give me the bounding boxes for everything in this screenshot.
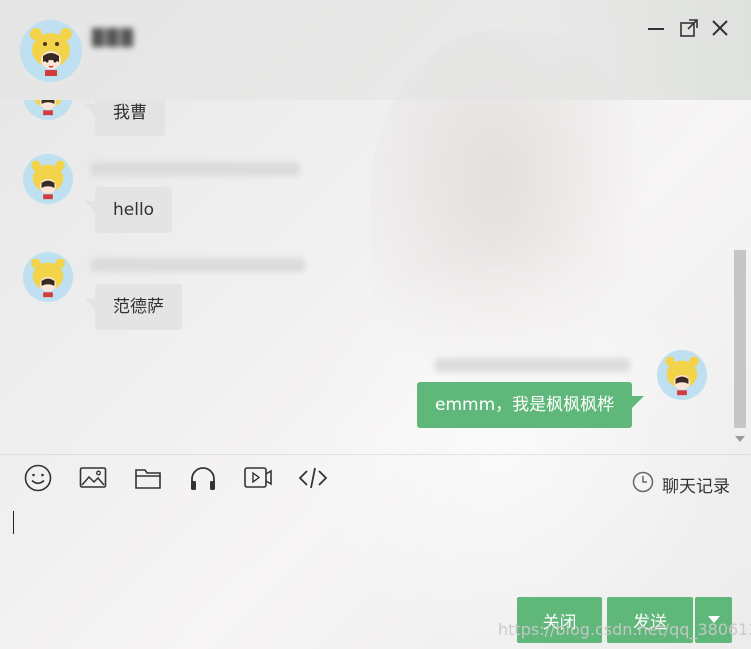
chat-history-label: 聊天记录 xyxy=(662,476,730,497)
message-scrollbar[interactable] xyxy=(732,100,751,452)
message-bubble[interactable]: hello xyxy=(84,187,173,233)
headphones-icon[interactable] xyxy=(188,463,218,493)
scroll-down-icon[interactable] xyxy=(735,436,745,442)
message-list[interactable]: 我曹 hello 范德萨 emmm，我是枫枫枫桦 xyxy=(0,100,730,452)
scroll-thumb[interactable] xyxy=(734,250,746,428)
sender-info-blurred xyxy=(90,258,305,272)
watermark: https://blog.csdn.net/qq_38061322 xyxy=(498,620,751,639)
chat-history-button[interactable]: 聊天记录 xyxy=(632,471,730,497)
input-toolbar: 聊天记录 xyxy=(0,454,751,505)
video-icon[interactable] xyxy=(243,463,273,493)
chat-window: ███ 我曹 hello 范德萨 emmm，我是枫枫枫桦 聊天记录 关闭 发送 … xyxy=(0,0,751,649)
minimize-icon[interactable] xyxy=(644,16,668,40)
message-bubble[interactable]: 范德萨 xyxy=(85,284,182,330)
emoji-icon[interactable] xyxy=(23,463,53,493)
sender-info-blurred xyxy=(90,162,300,176)
sender-info-blurred xyxy=(435,358,630,372)
close-icon[interactable] xyxy=(708,16,732,40)
image-icon[interactable] xyxy=(78,463,108,493)
message-bubble-self[interactable]: emmm，我是枫枫枫桦 xyxy=(417,382,645,428)
contact-avatar[interactable] xyxy=(20,20,82,82)
text-caret xyxy=(13,511,14,534)
avatar[interactable] xyxy=(23,154,73,204)
maximize-icon[interactable] xyxy=(677,16,701,40)
title-bar: ███ xyxy=(0,0,751,100)
self-avatar[interactable] xyxy=(657,350,707,400)
contact-name: ███ xyxy=(92,28,135,47)
message-input[interactable] xyxy=(0,504,751,594)
folder-icon[interactable] xyxy=(133,463,163,493)
avatar[interactable] xyxy=(23,100,73,120)
code-icon[interactable] xyxy=(298,463,328,493)
message-bubble[interactable]: 我曹 xyxy=(85,100,165,136)
clock-icon xyxy=(632,471,654,497)
avatar[interactable] xyxy=(23,252,73,302)
